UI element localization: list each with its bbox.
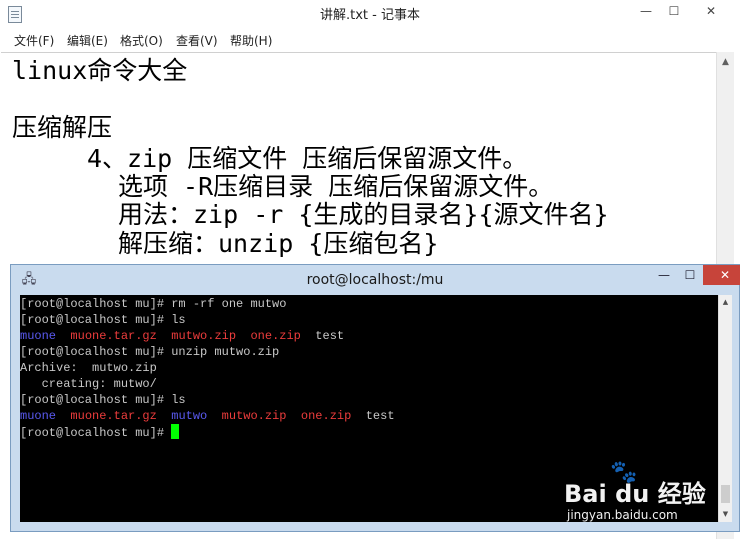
- ls-entry-archive: mutwo.zip: [221, 409, 287, 423]
- terminal-close-button[interactable]: ✕: [703, 265, 740, 285]
- terminal-cursor: [171, 424, 180, 439]
- terminal-line: [root@localhost mu]# ls: [20, 393, 186, 407]
- terminal-line: Archive: mutwo.zip: [20, 361, 157, 375]
- terminal-prompt-line[interactable]: [root@localhost mu]#: [20, 424, 180, 440]
- menu-help[interactable]: 帮助(H): [230, 31, 272, 51]
- terminal-maximize-button[interactable]: ☐: [677, 265, 703, 285]
- notepad-title: 讲解.txt - 记事本: [320, 8, 420, 23]
- document-line: 用法：zip -r {生成的目录名}{源文件名}: [118, 200, 609, 229]
- menu-file[interactable]: 文件(F): [14, 31, 54, 51]
- ls-entry-directory: mutwo: [171, 409, 208, 423]
- maximize-button[interactable]: ☐: [660, 0, 688, 22]
- menu-bar: 文件(F) 编辑(E) 格式(O) 查看(V) 帮助(H): [0, 31, 740, 51]
- ls-entry-archive: one.zip: [300, 409, 352, 423]
- scroll-up-icon[interactable]: ▲: [717, 54, 734, 71]
- ls-entry-archive: one.zip: [250, 329, 301, 343]
- document-line: linux命令大全: [12, 56, 188, 85]
- ls-entry-file: test: [365, 409, 395, 423]
- ls-entry-archive: muone.tar.gz: [70, 409, 157, 423]
- minimize-button[interactable]: —: [632, 0, 660, 22]
- close-button[interactable]: ✕: [688, 0, 734, 22]
- terminal-line: [root@localhost mu]# unzip mutwo.zip: [20, 345, 280, 359]
- terminal-titlebar[interactable]: 🖧 root@localhost:/mu — ☐ ✕: [11, 265, 740, 295]
- notepad-titlebar[interactable]: 讲解.txt - 记事本 — ☐ ✕: [0, 0, 740, 32]
- terminal-minimize-button[interactable]: —: [651, 265, 677, 285]
- ls-entry-directory: muone: [20, 329, 57, 343]
- document-line: 压缩解压: [12, 113, 113, 142]
- watermark-brand: Bai du 经验: [564, 480, 706, 508]
- ls-entry-archive: muone.tar.gz: [70, 329, 157, 343]
- terminal-line: [root@localhost mu]# ls: [20, 313, 186, 327]
- menu-view[interactable]: 查看(V): [176, 31, 218, 51]
- terminal-prompt: [root@localhost mu]#: [20, 426, 172, 440]
- scroll-down-icon[interactable]: ▼: [719, 508, 732, 521]
- ls-entry-directory: muone: [20, 409, 57, 423]
- terminal-line: muone muone.tar.gz mutwo mutwo.zip one.z…: [20, 408, 395, 424]
- terminal-vertical-scrollbar[interactable]: ▲ ▼: [718, 295, 732, 522]
- scroll-up-icon[interactable]: ▲: [719, 296, 732, 309]
- document-line: 选项 -R压缩目录 压缩后保留源文件。: [118, 172, 554, 201]
- menu-edit[interactable]: 编辑(E): [67, 31, 108, 51]
- baidu-jingyan-watermark: 🐾 Bai du 经验 jingyan.baidu.com: [564, 462, 714, 524]
- terminal-line: creating: mutwo/: [20, 377, 157, 391]
- ls-entry-archive: mutwo.zip: [171, 329, 237, 343]
- watermark-url: jingyan.baidu.com: [567, 508, 678, 522]
- menu-format[interactable]: 格式(O): [120, 31, 163, 51]
- terminal-line: [root@localhost mu]# rm -rf one mutwo: [20, 297, 287, 311]
- terminal-title: root@localhost:/mu: [306, 272, 444, 288]
- ls-entry-file: test: [315, 329, 345, 343]
- terminal-line: muone muone.tar.gz mutwo.zip one.zip tes…: [20, 328, 344, 344]
- document-line: 4、zip 压缩文件 压缩后保留源文件。: [87, 144, 528, 173]
- scrollbar-thumb[interactable]: [721, 485, 730, 503]
- document-line: 解压缩：unzip {压缩包名}: [118, 229, 439, 258]
